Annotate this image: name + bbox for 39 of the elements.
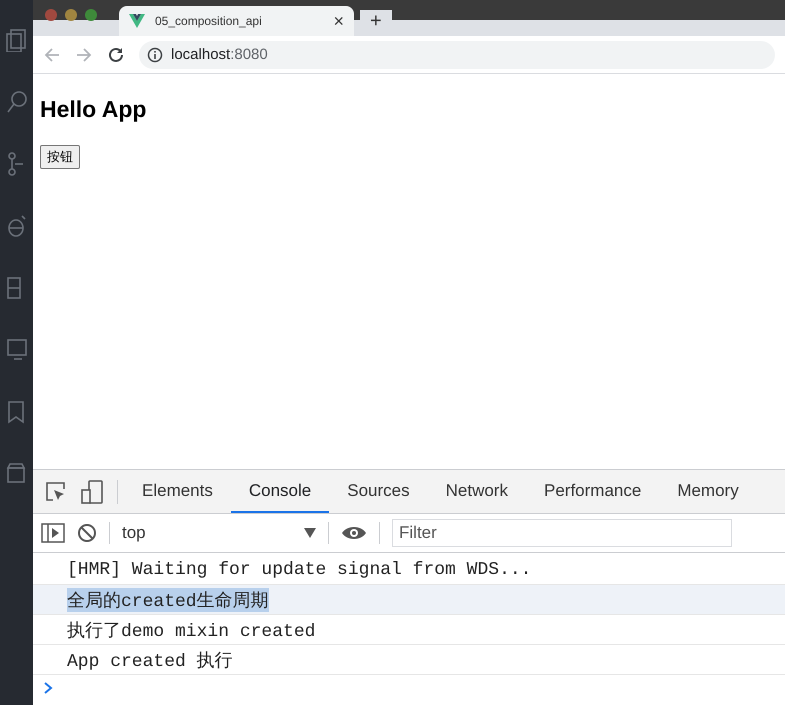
page-button[interactable]: 按钮	[40, 145, 80, 169]
sidebar-toggle-icon[interactable]	[41, 522, 65, 544]
filter-field[interactable]: Filter	[392, 519, 732, 547]
console-message: App created 执行	[33, 645, 785, 675]
prompt-chevron-icon[interactable]	[43, 681, 53, 695]
inspect-icon[interactable]	[45, 480, 67, 502]
back-icon	[43, 46, 61, 64]
console-message: 执行了demo mixin created	[33, 615, 785, 645]
reload-icon	[107, 46, 125, 64]
device-toggle-icon[interactable]	[81, 480, 103, 504]
zoom-light[interactable]	[85, 9, 97, 21]
devtools-tab[interactable]: Performance	[526, 470, 660, 513]
files-icon[interactable]	[6, 28, 28, 52]
minimize-light[interactable]	[65, 9, 77, 21]
page-heading: Hello App	[40, 96, 148, 123]
eye-icon[interactable]	[341, 524, 367, 542]
address-bar[interactable]: localhost:8080	[139, 40, 775, 68]
reload-button[interactable]	[107, 46, 125, 64]
tab-title: 05_composition_api	[155, 14, 263, 28]
close-light[interactable]	[45, 9, 57, 21]
forward-icon	[75, 46, 93, 64]
bug-icon[interactable]	[6, 214, 28, 238]
devtools-tab[interactable]: Console	[230, 470, 330, 513]
info-icon	[147, 46, 163, 62]
dropdown-caret-icon	[304, 528, 316, 538]
devtools-tab[interactable]: Elements	[124, 470, 231, 513]
browser-tab[interactable]: 05_composition_api ×	[119, 6, 354, 36]
monitor-icon[interactable]	[6, 338, 28, 362]
vue-logo-icon	[129, 14, 145, 28]
context-dropdown[interactable]: top	[122, 523, 316, 543]
devtools-tab[interactable]: Memory	[659, 470, 757, 513]
search-icon[interactable]	[6, 90, 28, 114]
box-icon[interactable]	[6, 462, 28, 486]
close-tab-button[interactable]: ×	[333, 10, 344, 32]
console-message: 全局的created生命周期	[33, 585, 785, 615]
clear-console-icon[interactable]	[77, 523, 97, 543]
devtools-tab[interactable]: Network	[428, 470, 526, 513]
devtools-tab[interactable]: Sources	[329, 470, 428, 513]
url-text: localhost:8080	[171, 46, 268, 63]
